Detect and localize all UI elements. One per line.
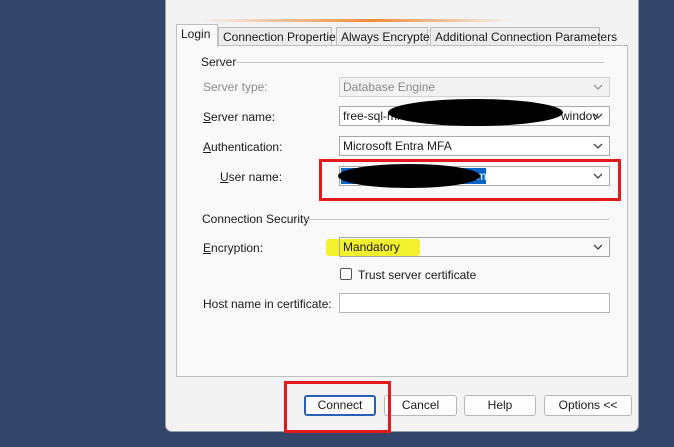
authentication-select[interactable]: Microsoft Entra MFA: [339, 136, 610, 156]
server-section-title: Server: [201, 55, 237, 69]
options-button[interactable]: Options <<: [544, 395, 632, 416]
chevron-down-icon: [593, 113, 603, 119]
title-accent-line: [200, 19, 512, 22]
server-name-label: Server name:: [203, 110, 276, 124]
tab-always-encrypted-label: Always Encrypted: [341, 30, 437, 44]
connection-security-section-title: Connection Security: [202, 212, 310, 226]
tab-always-encrypted[interactable]: Always Encrypted: [336, 27, 436, 46]
encryption-value: Mandatory: [343, 240, 400, 254]
options-button-label: Options <<: [558, 398, 618, 412]
tab-login-label: Login: [181, 27, 211, 41]
trust-server-certificate-checkbox[interactable]: [340, 268, 352, 280]
help-button-label: Help: [487, 398, 513, 412]
chevron-down-icon: [593, 84, 603, 90]
encryption-label: Encryption:: [203, 241, 264, 255]
chevron-down-icon: [593, 143, 603, 149]
encryption-select[interactable]: Mandatory: [339, 237, 610, 257]
server-type-label: Server type:: [203, 80, 268, 94]
tab-login[interactable]: Login: [176, 24, 218, 47]
authentication-label: Authentication:: [203, 140, 283, 154]
host-name-label: Host name in certificate:: [203, 297, 332, 311]
host-name-input[interactable]: [339, 293, 610, 313]
chevron-down-icon: [593, 244, 603, 250]
cancel-button-label: Cancel: [401, 398, 440, 412]
tab-connection-properties[interactable]: Connection Properties: [218, 27, 342, 46]
server-type-value: Database Engine: [343, 80, 436, 94]
server-section-rule: [236, 62, 604, 63]
tab-additional-connection-parameters-label: Additional Connection Parameters: [435, 30, 618, 44]
authentication-value: Microsoft Entra MFA: [343, 139, 452, 153]
trust-server-certificate-label[interactable]: Trust server certificate: [358, 268, 476, 282]
redaction-scribble-server-name: [388, 99, 563, 126]
tab-additional-connection-parameters[interactable]: Additional Connection Parameters: [430, 27, 617, 46]
tab-connection-properties-label: Connection Properties: [223, 30, 342, 44]
user-name-label: User name:: [220, 170, 283, 184]
help-button[interactable]: Help: [464, 395, 536, 416]
cancel-button[interactable]: Cancel: [384, 395, 457, 416]
connection-security-rule: [306, 219, 610, 220]
red-highlight-box-user-name: [319, 159, 621, 201]
server-type-select[interactable]: Database Engine: [339, 77, 610, 97]
red-highlight-box-connect: [284, 381, 391, 433]
